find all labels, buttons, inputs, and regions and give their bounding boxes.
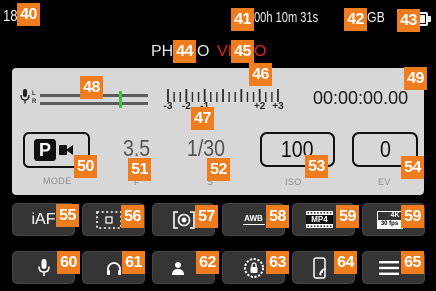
audio-channel-left: L — [32, 91, 36, 97]
timecode: 00:00:00.00 — [313, 88, 409, 108]
settings-lock-icon — [243, 257, 264, 278]
storage-unit: GB — [367, 9, 385, 26]
exposure-compensation-value: 0 — [379, 136, 391, 162]
annotation-callout: 58 — [266, 205, 289, 228]
battery-terminal — [428, 16, 431, 22]
annotation-callout: 43 — [397, 9, 420, 32]
exposure-compensation-label: EV — [378, 177, 391, 187]
white-balance-label: AWB — [244, 213, 263, 223]
annotation-callout: 59 — [401, 205, 424, 228]
exposure-mode-label: MODE — [43, 176, 72, 186]
photo-mode-prefix[interactable]: PH — [151, 42, 173, 62]
iso-label: ISO — [285, 177, 302, 187]
exposure-scale-label: -3 — [163, 101, 173, 112]
annotation-callout: 57 — [195, 205, 218, 228]
autofocus-mode-label: iAF — [31, 210, 56, 228]
annotation-callout: 62 — [196, 251, 219, 274]
white-balance-icon: AWB — [242, 213, 265, 226]
exposure-scale-label: -2 — [181, 101, 191, 112]
annotation-callout: 56 — [121, 205, 144, 228]
video-resolution-label: 4K — [390, 211, 400, 219]
smartphone-wifi-icon — [312, 256, 326, 279]
video-camera-icon — [59, 145, 73, 155]
annotation-callout: 48 — [80, 76, 103, 99]
video-mode-suffix[interactable]: O — [254, 42, 266, 62]
annotation-callout: 42 — [344, 8, 367, 31]
annotation-callout: 41 — [231, 8, 254, 31]
annotation-callout: 59 — [336, 205, 359, 228]
annotation-callout: 49 — [404, 67, 427, 90]
frame-rate-label: 30 fps — [377, 219, 402, 228]
annotation-callout: 44 — [173, 40, 196, 63]
audio-level-bar-right — [40, 102, 148, 105]
status-left-value: 18 — [3, 8, 18, 25]
annotation-callout: 52 — [207, 158, 230, 181]
exposure-scale-label: +3 — [272, 101, 284, 112]
audio-channel-right: R — [32, 99, 37, 105]
headphones-icon — [106, 261, 121, 275]
user-profile-icon — [171, 261, 184, 275]
video-mode-prefix[interactable]: VI — [217, 42, 232, 62]
annotation-callout: 60 — [57, 251, 80, 274]
photo-mode-suffix[interactable]: O — [197, 42, 209, 62]
audio-peak-marker — [118, 91, 122, 108]
white-balance-underline — [242, 223, 265, 226]
exposure-scale-label: +2 — [253, 101, 266, 112]
annotation-callout: 55 — [56, 204, 79, 227]
metering-icon — [172, 210, 195, 229]
annotation-callout: 61 — [122, 251, 145, 274]
microphone-icon — [37, 258, 50, 276]
video-resolution-icon: 4K 30 fps — [376, 210, 403, 229]
annotation-callout: 51 — [128, 158, 151, 181]
annotation-callout: 46 — [249, 63, 272, 86]
annotation-callout: 45 — [231, 40, 254, 63]
menu-icon — [378, 260, 399, 275]
file-format-label: MP4 — [311, 215, 328, 224]
annotation-callout: 47 — [191, 107, 214, 130]
annotation-callout: 64 — [334, 251, 357, 274]
exposure-mode-value: P — [34, 139, 56, 161]
annotation-callout: 63 — [266, 251, 289, 274]
annotation-callout: 53 — [305, 155, 328, 178]
microphone-icon — [20, 89, 30, 104]
annotation-callout: 54 — [401, 156, 424, 179]
annotation-callout: 65 — [401, 251, 424, 274]
file-format-icon: MP4 — [306, 211, 333, 228]
annotation-callout: 50 — [74, 155, 97, 178]
annotation-callout: 40 — [17, 3, 40, 26]
focus-area-icon — [95, 210, 122, 229]
recording-time: 00h 10m 31s — [254, 9, 319, 26]
